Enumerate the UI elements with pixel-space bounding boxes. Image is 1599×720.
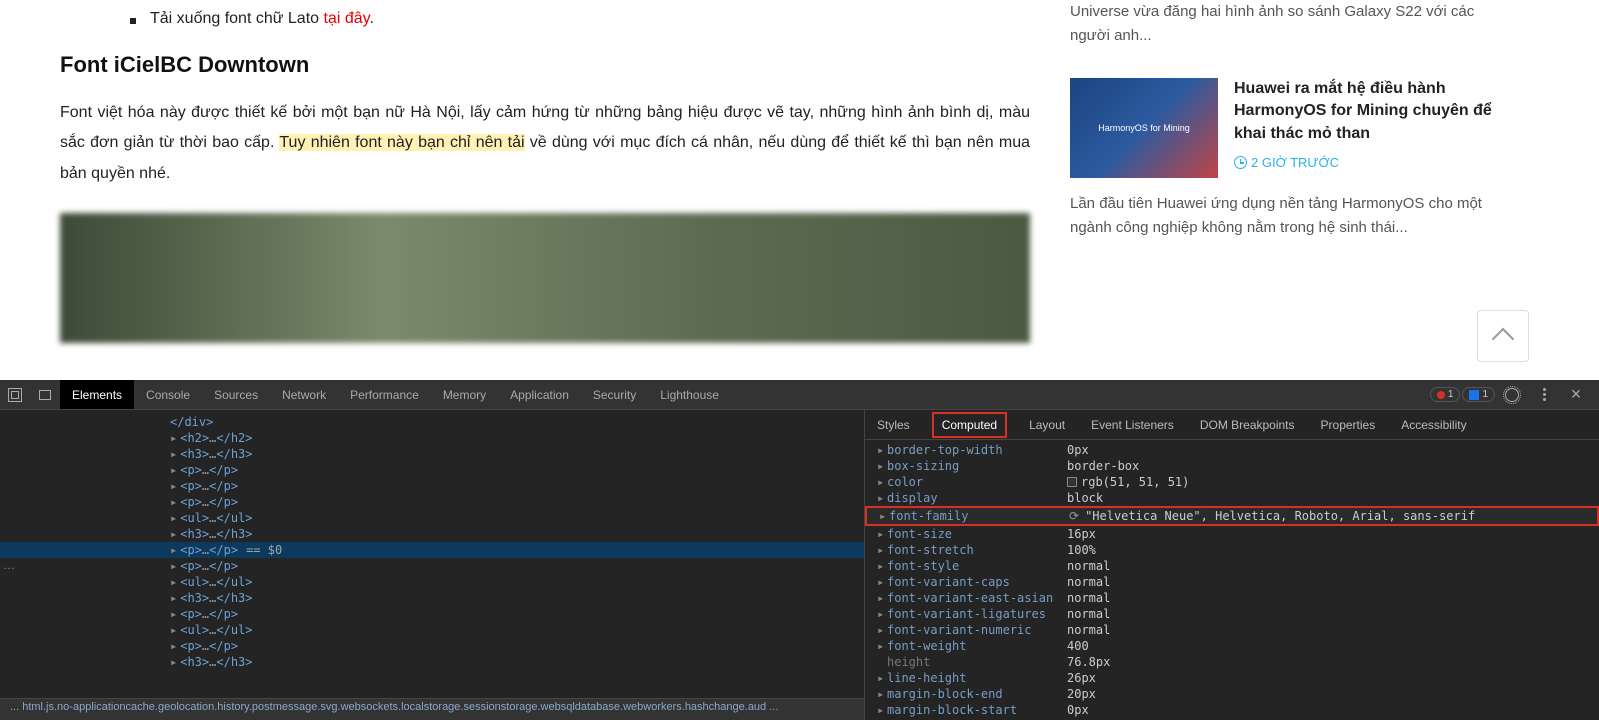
- computed-row-margin-block-start[interactable]: ▸margin-block-start0px: [865, 702, 1599, 718]
- devtools-tab-application[interactable]: Application: [498, 380, 581, 409]
- sidebar-item-time: 2 GIỜ TRƯỚC: [1234, 155, 1500, 170]
- computed-row-font-variant-ligatures[interactable]: ▸font-variant-ligaturesnormal: [865, 606, 1599, 622]
- devtools-tab-console[interactable]: Console: [134, 380, 202, 409]
- devtools-panel: ElementsConsoleSourcesNetworkPerformance…: [0, 380, 1599, 720]
- element-node[interactable]: ▸<h2>…</h2>: [0, 430, 864, 446]
- bullet-text: Tải xuống font chữ Lato: [150, 10, 323, 27]
- devtools-tab-lighthouse[interactable]: Lighthouse: [648, 380, 731, 409]
- devtools-tab-security[interactable]: Security: [581, 380, 648, 409]
- devtools-tab-sources[interactable]: Sources: [202, 380, 270, 409]
- chevron-up-icon: [1492, 328, 1515, 351]
- computed-row-font-weight[interactable]: ▸font-weight400: [865, 638, 1599, 654]
- styles-tabs: Styles Computed Layout Event Listeners DOM B…: [865, 410, 1599, 440]
- computed-row-height[interactable]: height76.8px: [865, 654, 1599, 670]
- element-node[interactable]: ▸<h3>…</h3>: [0, 654, 864, 670]
- computed-row-font-variant-numeric[interactable]: ▸font-variant-numericnormal: [865, 622, 1599, 638]
- computed-row-font-style[interactable]: ▸font-stylenormal: [865, 558, 1599, 574]
- devtools-tab-elements[interactable]: Elements: [60, 380, 134, 409]
- download-link[interactable]: tại đây: [323, 10, 369, 27]
- bullet-suffix: .: [369, 10, 373, 27]
- device-toggle-icon[interactable]: [30, 380, 60, 410]
- styles-tab-dom-breakpoints[interactable]: DOM Breakpoints: [1196, 412, 1299, 438]
- devtools-tab-memory[interactable]: Memory: [431, 380, 498, 409]
- highlighted-text: Tuy nhiên font này bạn chỉ nên tải: [279, 134, 524, 151]
- element-node[interactable]: ▸<p>…</p>: [0, 558, 864, 574]
- styles-tab-styles[interactable]: Styles: [873, 412, 914, 438]
- element-node[interactable]: ▸<ul>…</ul>: [0, 574, 864, 590]
- error-badge[interactable]: 1: [1430, 387, 1461, 402]
- close-icon: ×: [1571, 384, 1582, 405]
- gear-icon: [1505, 388, 1519, 402]
- devtools-tab-network[interactable]: Network: [270, 380, 338, 409]
- computed-row-font-family[interactable]: ▸font-family⟳"Helvetica Neue", Helvetica…: [865, 506, 1599, 526]
- elements-tree[interactable]: </div>▸<h2>…</h2>▸<h3>…</h3>▸<p>…</p>▸<p…: [0, 410, 864, 698]
- element-node[interactable]: ▸<h3>…</h3>: [0, 526, 864, 542]
- sidebar: Universe vừa đăng hai hình ảnh so sánh G…: [1030, 0, 1500, 380]
- computed-row-border-top-width[interactable]: ▸border-top-width0px: [865, 442, 1599, 458]
- article-main: Tải xuống font chữ Lato tại đây. Font iC…: [60, 0, 1030, 380]
- computed-row-font-variant-east-asian[interactable]: ▸font-variant-east-asiannormal: [865, 590, 1599, 606]
- computed-row-margin-block-end[interactable]: ▸margin-block-end20px: [865, 686, 1599, 702]
- list-item: Tải xuống font chữ Lato tại đây.: [130, 10, 1030, 28]
- styles-tab-computed[interactable]: Computed: [932, 412, 1007, 438]
- sidebar-item[interactable]: HarmonyOS for Mining Huawei ra mắt hệ đi…: [1070, 78, 1500, 178]
- info-badge[interactable]: 1: [1462, 387, 1495, 402]
- bullet-icon: [130, 18, 136, 24]
- styles-tab-event-listeners[interactable]: Event Listeners: [1087, 412, 1178, 438]
- element-node[interactable]: ▸<h3>…</h3>: [0, 446, 864, 462]
- styles-tab-accessibility[interactable]: Accessibility: [1397, 412, 1470, 438]
- article-image: [60, 213, 1030, 343]
- scroll-to-top-button[interactable]: [1477, 310, 1529, 362]
- article-paragraph: Font việt hóa này được thiết kế bởi một …: [60, 98, 1030, 189]
- computed-row-font-variant-caps[interactable]: ▸font-variant-capsnormal: [865, 574, 1599, 590]
- element-node[interactable]: ▸<p>…</p>: [0, 638, 864, 654]
- vertical-dots-icon: [1543, 388, 1546, 401]
- close-button[interactable]: ×: [1561, 380, 1591, 410]
- styles-tab-properties[interactable]: Properties: [1317, 412, 1380, 438]
- sidebar-excerpt-top: Universe vừa đăng hai hình ảnh so sánh G…: [1070, 0, 1500, 48]
- more-icon[interactable]: [1529, 380, 1559, 410]
- element-node[interactable]: ▸<p>…</p>: [0, 478, 864, 494]
- computed-row-font-stretch[interactable]: ▸font-stretch100%: [865, 542, 1599, 558]
- computed-row-font-size[interactable]: ▸font-size16px: [865, 526, 1599, 542]
- settings-icon[interactable]: [1497, 380, 1527, 410]
- computed-row-color[interactable]: ▸colorrgb(51, 51, 51): [865, 474, 1599, 490]
- sidebar-item-title[interactable]: Huawei ra mắt hệ điều hành HarmonyOS for…: [1234, 78, 1500, 145]
- element-node[interactable]: ▸<p>…</p>: [0, 462, 864, 478]
- element-node[interactable]: ▸<h3>…</h3>: [0, 590, 864, 606]
- breadcrumb[interactable]: ... html.js.no-applicationcache.geolocat…: [0, 698, 864, 720]
- element-node[interactable]: ▸<p>…</p>== $0: [0, 542, 864, 558]
- element-node[interactable]: ▸<p>…</p>: [0, 606, 864, 622]
- sidebar-thumb: HarmonyOS for Mining: [1070, 78, 1218, 178]
- devtools-toolbar: ElementsConsoleSourcesNetworkPerformance…: [0, 380, 1599, 410]
- inspect-element-icon[interactable]: [0, 380, 30, 410]
- devtools-tab-performance[interactable]: Performance: [338, 380, 431, 409]
- overflow-dots-icon: …: [3, 558, 15, 572]
- computed-row-box-sizing[interactable]: ▸box-sizingborder-box: [865, 458, 1599, 474]
- section-heading: Font iCielBC Downtown: [60, 52, 1030, 78]
- computed-row-display[interactable]: ▸displayblock: [865, 490, 1599, 506]
- element-node[interactable]: ▸<ul>…</ul>: [0, 622, 864, 638]
- sidebar-excerpt-bottom: Lần đầu tiên Huawei ứng dụng nền tảng Ha…: [1070, 192, 1500, 240]
- styles-tab-layout[interactable]: Layout: [1025, 412, 1069, 438]
- clock-icon: [1234, 156, 1247, 169]
- computed-properties[interactable]: ▸border-top-width0px▸box-sizingborder-bo…: [865, 440, 1599, 720]
- computed-row-line-height[interactable]: ▸line-height26px: [865, 670, 1599, 686]
- element-node[interactable]: ▸<ul>…</ul>: [0, 510, 864, 526]
- element-node[interactable]: </div>: [0, 414, 864, 430]
- element-node[interactable]: ▸<p>…</p>: [0, 494, 864, 510]
